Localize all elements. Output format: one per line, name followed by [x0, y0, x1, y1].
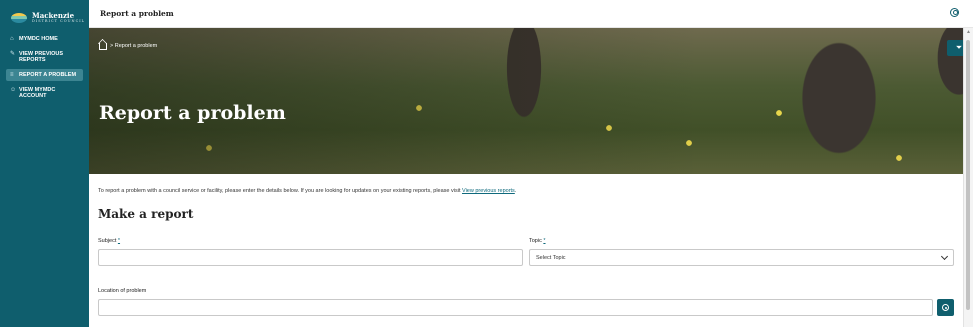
- chevron-down-icon: [940, 252, 949, 261]
- logo-text: Mackenzie DISTRICT COUNCIL: [32, 12, 85, 23]
- sidebar-item-label: MYMDC HOME: [19, 36, 58, 42]
- subject-label-text: Subject: [98, 238, 117, 244]
- user-icon: ☺: [10, 87, 17, 93]
- logo-mark-icon: [11, 12, 27, 23]
- sidebar-item-label: VIEW MYMDC ACCOUNT: [19, 87, 56, 99]
- hero-overlay: [89, 28, 963, 174]
- scroll-up-icon[interactable]: ▲: [966, 29, 971, 35]
- sidebar-item-report-problem[interactable]: ≡ REPORT A PROBLEM: [6, 69, 83, 81]
- breadcrumb-current: > Report a problem: [110, 42, 158, 49]
- intro-text-end: .: [514, 188, 517, 194]
- topic-label-text: Topic: [529, 238, 542, 244]
- topic-select-value: Select Topic: [536, 255, 566, 261]
- section-title: Make a report: [98, 207, 194, 221]
- sidebar: Mackenzie DISTRICT COUNCIL ⌂ MYMDC HOME …: [0, 0, 89, 327]
- edit-icon: ✎: [10, 51, 16, 57]
- intro-text-body: To report a problem with a council servi…: [98, 188, 463, 194]
- subject-label: Subject *: [98, 238, 120, 244]
- view-previous-reports-link[interactable]: View previous reports: [462, 188, 515, 194]
- required-mark: *: [117, 238, 121, 244]
- required-mark: *: [543, 238, 546, 244]
- sidebar-item-account[interactable]: ☺ VIEW MYMDC ACCOUNT: [6, 84, 83, 102]
- sidebar-item-previous-reports[interactable]: ✎ VIEW PREVIOUS REPORTS: [6, 48, 83, 66]
- target-icon: [942, 304, 949, 311]
- hero-banner: > Report a problem Report a problem: [89, 28, 963, 174]
- page-title: Report a problem: [100, 9, 174, 18]
- subject-input[interactable]: [98, 249, 523, 266]
- home-icon: ⌂: [10, 36, 14, 42]
- sidebar-item-label: VIEW PREVIOUS REPORTS: [19, 51, 64, 63]
- sidebar-item-label: REPORT A PROBLEM: [19, 72, 77, 78]
- breadcrumb: > Report a problem: [99, 41, 157, 50]
- locate-me-button[interactable]: [937, 299, 954, 316]
- location-label: Location of problem: [98, 288, 147, 294]
- location-input[interactable]: [98, 299, 933, 316]
- topic-select[interactable]: Select Topic: [529, 249, 954, 266]
- topbar: Report a problem: [89, 0, 973, 28]
- logo[interactable]: Mackenzie DISTRICT COUNCIL: [0, 0, 89, 27]
- logo-tagline: DISTRICT COUNCIL: [32, 19, 86, 23]
- intro-text: To report a problem with a council servi…: [98, 188, 516, 194]
- hero-title: Report a problem: [99, 102, 286, 124]
- sidebar-item-home[interactable]: ⌂ MYMDC HOME: [6, 33, 83, 45]
- list-icon: ≡: [10, 72, 14, 78]
- scrollbar-thumb[interactable]: [966, 40, 970, 310]
- breadcrumb-home-icon[interactable]: [99, 43, 107, 50]
- user-circle-icon[interactable]: [950, 8, 959, 17]
- topic-label: Topic *: [529, 238, 546, 244]
- funnel-icon: ⏷: [955, 43, 963, 52]
